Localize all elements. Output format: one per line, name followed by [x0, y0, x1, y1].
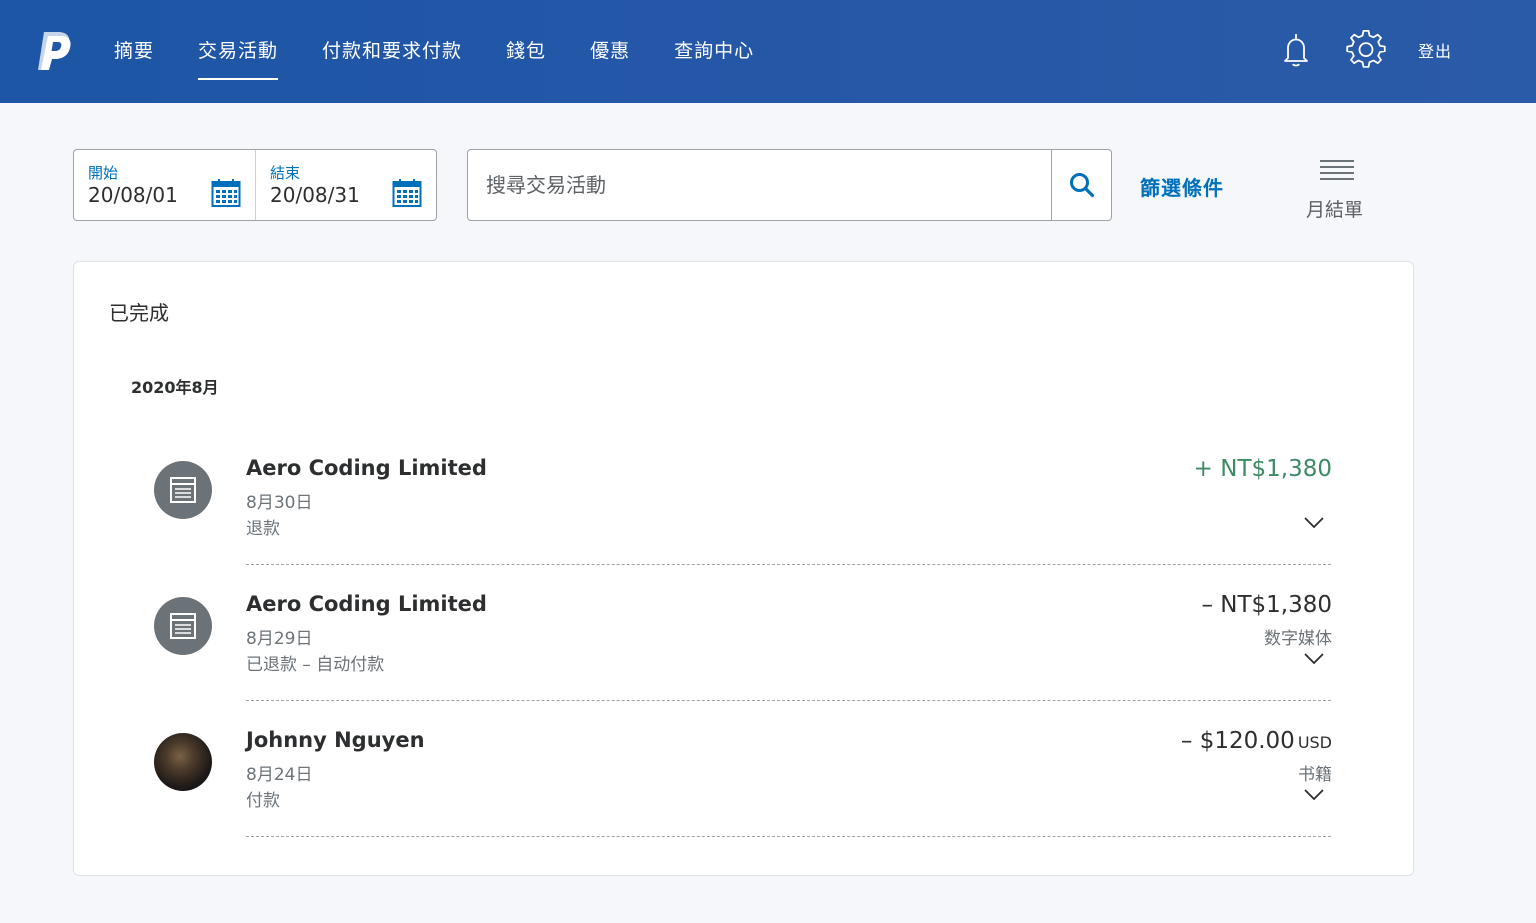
chevron-down-icon[interactable]: [1302, 651, 1326, 667]
row-divider: [246, 836, 1331, 837]
transaction-name: Johnny Nguyen: [246, 728, 425, 752]
transaction-status: 付款: [246, 791, 280, 811]
paypal-logo[interactable]: [34, 30, 74, 72]
activity-search: [467, 149, 1112, 221]
transaction-category: 数字媒体: [1264, 629, 1332, 649]
amount-value: – NT$1,380: [1201, 592, 1332, 618]
chevron-down-icon[interactable]: [1302, 515, 1326, 531]
settings-gear-icon[interactable]: [1346, 30, 1386, 70]
transaction-date: 8月29日: [246, 629, 313, 649]
nav-offers[interactable]: 優惠: [590, 0, 630, 103]
top-navigation-bar: 摘要 交易活動 付款和要求付款 錢包 優惠 查詢中心 登出: [0, 0, 1536, 103]
start-date-label: 開始: [88, 164, 119, 182]
date-range-picker: 開始 20/08/01 結束 20/08/31: [73, 149, 437, 221]
store-icon: [170, 613, 196, 639]
row-divider: [246, 700, 1331, 701]
transaction-amount: – NT$1,380: [1201, 592, 1332, 618]
month-heading: 2020年8月: [131, 378, 219, 397]
amount-value: – $120.00: [1180, 728, 1295, 754]
row-divider: [246, 564, 1331, 565]
menu-lines-icon: [1320, 160, 1354, 180]
end-date-label: 結束: [270, 164, 301, 182]
statements-label: 月結單: [1306, 199, 1364, 221]
nav-send-request[interactable]: 付款和要求付款: [322, 0, 462, 103]
chevron-down-icon[interactable]: [1302, 787, 1326, 803]
statements-button[interactable]: 月結單: [1300, 158, 1376, 224]
filters-link[interactable]: 篩選條件: [1140, 172, 1224, 201]
transaction-amount: – $120.00 USD: [1181, 728, 1332, 754]
profile-photo: [154, 733, 212, 791]
transaction-date: 8月30日: [246, 493, 313, 513]
transaction-category: 书籍: [1298, 765, 1332, 785]
transaction-row[interactable]: Aero Coding Limited 8月30日 退款 + NT$1,380: [74, 456, 1415, 597]
transaction-date: 8月24日: [246, 765, 313, 785]
calendar-icon[interactable]: [211, 178, 241, 208]
start-date-field[interactable]: 開始 20/08/01: [74, 150, 255, 220]
transaction-name: Aero Coding Limited: [246, 456, 487, 480]
nav-wallet[interactable]: 錢包: [506, 0, 546, 103]
logout-link[interactable]: 登出: [1418, 38, 1452, 62]
end-date-value[interactable]: 20/08/31: [270, 183, 360, 207]
transaction-row[interactable]: Aero Coding Limited 8月29日 已退款 – 自动付款 – N…: [74, 592, 1415, 733]
notifications-bell-icon[interactable]: [1276, 30, 1316, 70]
amount-value: + NT$1,380: [1193, 456, 1332, 482]
nav-summary[interactable]: 摘要: [114, 0, 154, 103]
activity-card: 已完成 2020年8月 Aero Coding Limited 8月30日 退款…: [73, 261, 1414, 876]
end-date-field[interactable]: 結束 20/08/31: [255, 150, 436, 220]
transaction-name: Aero Coding Limited: [246, 592, 487, 616]
transaction-status: 退款: [246, 519, 280, 539]
nav-help-center[interactable]: 查詢中心: [674, 0, 754, 103]
search-input[interactable]: [468, 150, 1051, 220]
transaction-row[interactable]: Johnny Nguyen 8月24日 付款 – $120.00 USD 书籍: [74, 728, 1415, 869]
calendar-icon[interactable]: [392, 178, 422, 208]
search-button[interactable]: [1051, 150, 1111, 220]
merchant-avatar: [154, 597, 212, 655]
currency-code: USD: [1297, 733, 1332, 752]
merchant-avatar: [154, 461, 212, 519]
transaction-amount: + NT$1,380: [1194, 456, 1332, 482]
completed-section-title: 已完成: [109, 301, 169, 325]
main-nav: 摘要 交易活動 付款和要求付款 錢包 優惠 查詢中心: [114, 0, 798, 103]
search-icon: [1070, 173, 1095, 198]
nav-activity[interactable]: 交易活動: [198, 0, 279, 103]
transaction-status: 已退款 – 自动付款: [246, 655, 385, 675]
store-icon: [170, 477, 196, 503]
start-date-value[interactable]: 20/08/01: [88, 183, 178, 207]
